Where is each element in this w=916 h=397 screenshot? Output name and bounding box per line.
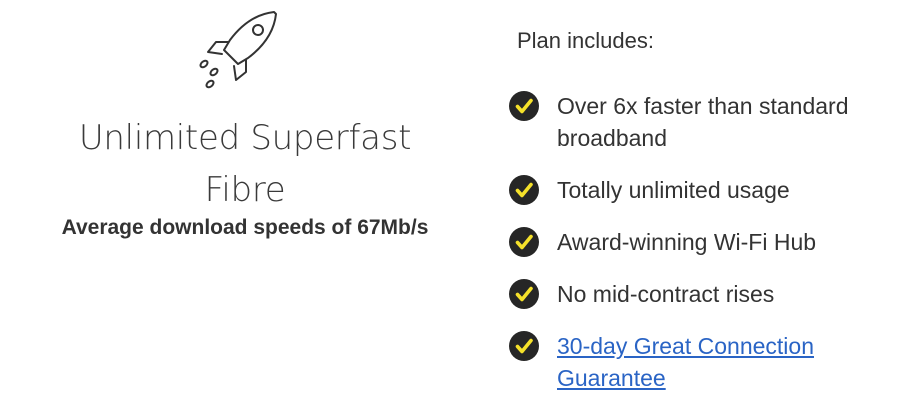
plan-includes: Plan includes: Over 6x faster than stand…	[500, 0, 910, 397]
rocket-icon	[199, 11, 277, 89]
feature-item: 30-day Great Connection Guarantee	[500, 330, 910, 394]
check-circle-icon	[509, 227, 539, 257]
plan-title-line1: Unlimited Superfast	[78, 118, 412, 158]
feature-item: No mid-contract rises	[500, 278, 910, 310]
check-circle-icon	[509, 279, 539, 309]
feature-item: Totally unlimited usage	[500, 174, 910, 206]
check-circle-icon	[509, 331, 539, 361]
feature-label: Totally unlimited usage	[557, 177, 790, 203]
plan-summary: Unlimited Superfast Fibre Average downlo…	[0, 0, 490, 397]
check-circle-icon	[509, 175, 539, 205]
feature-label: Award-winning Wi-Fi Hub	[557, 229, 817, 255]
great-connection-guarantee-link[interactable]: 30-day Great Connection Guarantee	[557, 333, 814, 391]
feature-item: Over 6x faster than standard broadband	[500, 90, 910, 154]
plan-includes-heading: Plan includes:	[517, 28, 654, 53]
feature-list: Over 6x faster than standard broadband T…	[500, 90, 910, 394]
check-circle-icon	[509, 91, 539, 121]
plan-title-line2: Fibre	[204, 170, 286, 210]
plan-speed-subtitle: Average download speeds of 67Mb/s	[61, 216, 429, 239]
feature-label: No mid-contract rises	[557, 281, 775, 307]
feature-item: Award-winning Wi-Fi Hub	[500, 226, 910, 258]
feature-label: Over 6x faster than standard broadband	[557, 93, 849, 151]
plan-title: Unlimited Superfast Fibre	[20, 112, 470, 216]
